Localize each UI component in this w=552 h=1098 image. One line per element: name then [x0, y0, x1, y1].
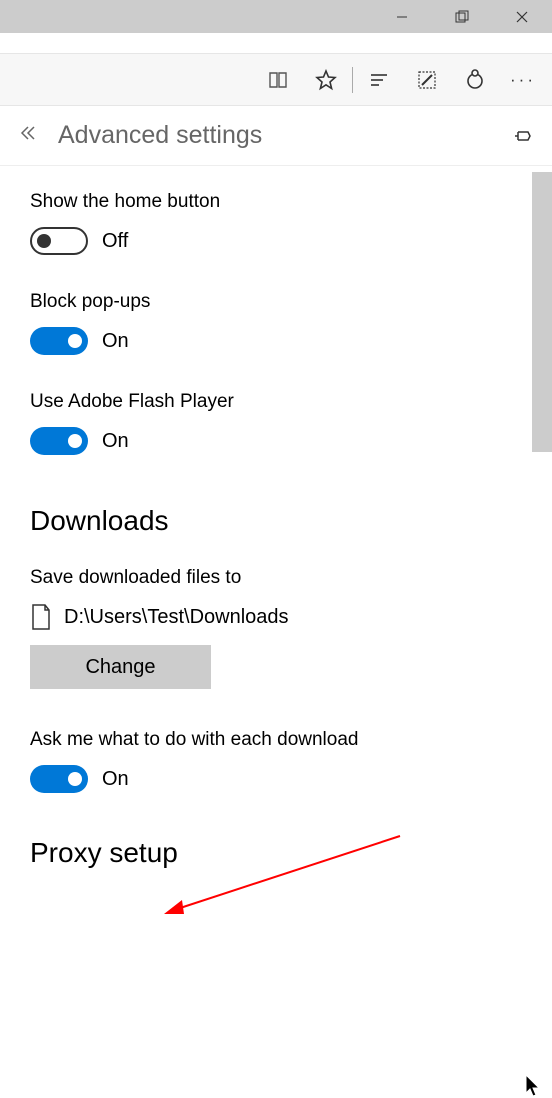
popups-state: On [102, 330, 129, 353]
flash-state: On [102, 430, 129, 453]
save-label: Save downloaded files to [30, 567, 522, 589]
panel-title: Advanced settings [50, 121, 502, 150]
reading-view-icon[interactable] [254, 56, 302, 104]
titlebar [0, 0, 552, 33]
popups-label: Block pop-ups [30, 291, 522, 313]
share-icon[interactable] [451, 56, 499, 104]
maximize-button[interactable] [432, 0, 492, 33]
home-button-toggle[interactable] [30, 227, 88, 255]
toolbar: ··· [0, 54, 552, 106]
separator [352, 67, 353, 93]
cursor-icon [525, 1074, 543, 1098]
more-icon[interactable]: ··· [499, 56, 547, 104]
change-button[interactable]: Change [30, 645, 211, 689]
flash-toggle[interactable] [30, 427, 88, 455]
flash-label: Use Adobe Flash Player [30, 391, 522, 413]
favorite-star-icon[interactable] [302, 56, 350, 104]
ask-download-toggle[interactable] [30, 765, 88, 793]
home-button-state: Off [102, 230, 128, 253]
download-path: D:\Users\Test\Downloads [64, 606, 289, 629]
address-area [0, 33, 552, 54]
settings-content: Show the home button Off Block pop-ups O… [0, 166, 552, 971]
minimize-button[interactable] [372, 0, 432, 33]
downloads-header: Downloads [30, 505, 522, 537]
close-button[interactable] [492, 0, 552, 33]
panel-header: Advanced settings [0, 106, 552, 166]
back-icon[interactable] [18, 123, 50, 148]
ask-download-label: Ask me what to do with each download [30, 729, 522, 751]
proxy-header: Proxy setup [30, 837, 522, 869]
download-path-row: D:\Users\Test\Downloads [30, 603, 522, 631]
popups-toggle[interactable] [30, 327, 88, 355]
ask-download-state: On [102, 768, 129, 791]
hub-icon[interactable] [355, 56, 403, 104]
webnote-icon[interactable] [403, 56, 451, 104]
pin-icon[interactable] [502, 126, 534, 146]
home-button-label: Show the home button [30, 191, 522, 213]
folder-icon [30, 603, 52, 631]
